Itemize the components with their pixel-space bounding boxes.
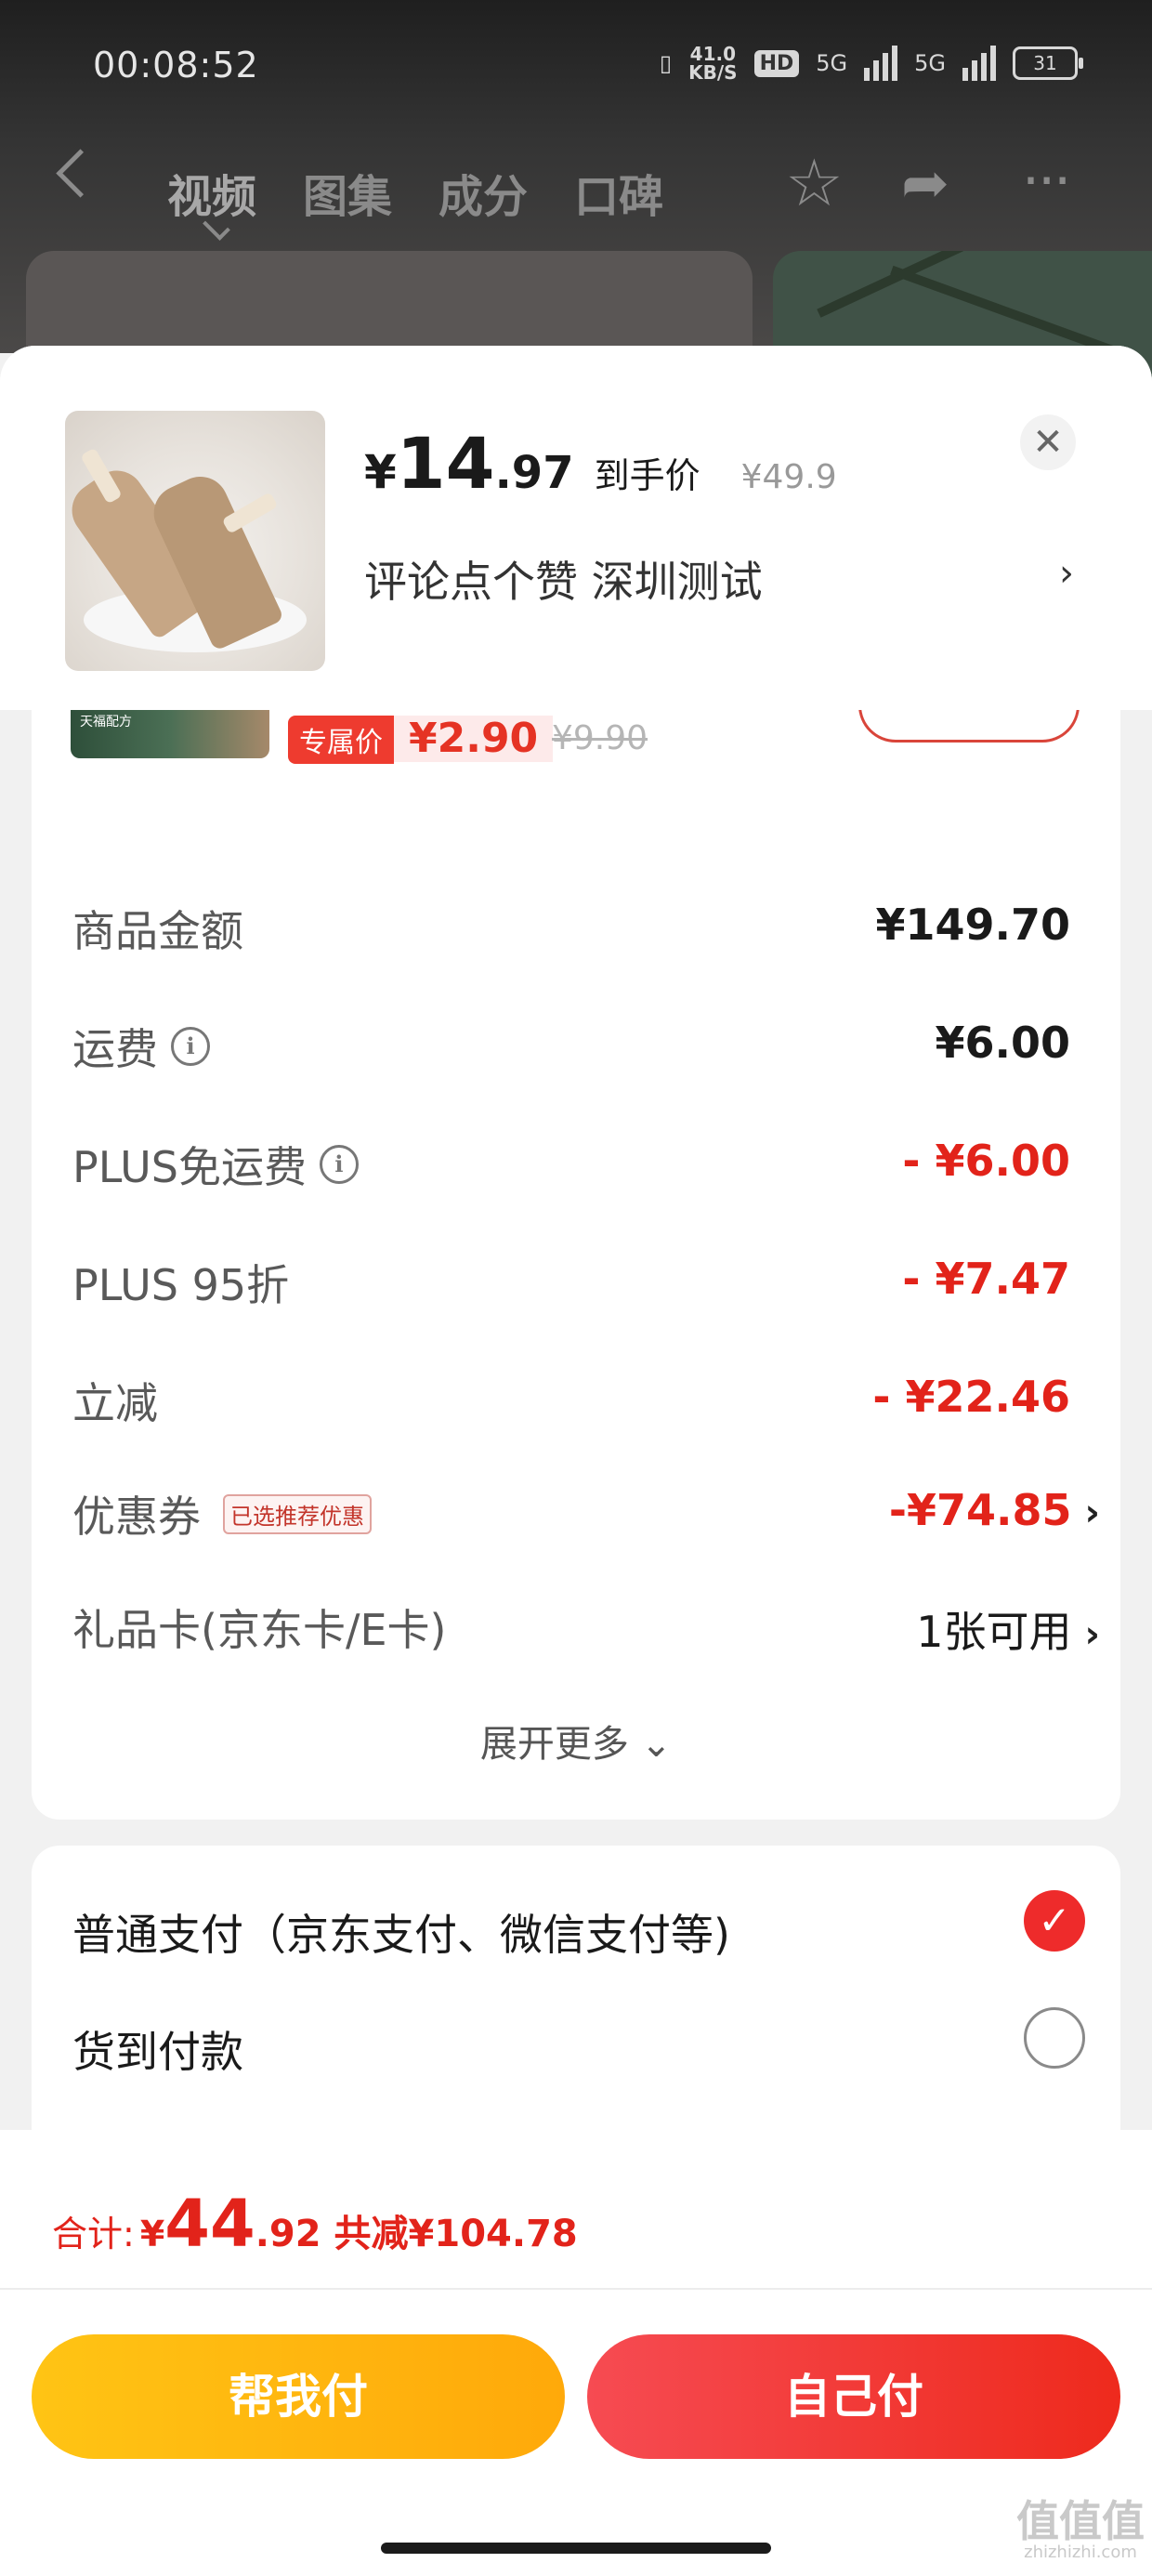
more-icon[interactable]: ··· xyxy=(1022,149,1071,214)
check-icon[interactable]: ✓ xyxy=(1024,1890,1085,1952)
watermark-logo: 值值值 zhizhizhi.com xyxy=(1016,2496,1145,2562)
chevron-right-icon: › xyxy=(1084,1492,1100,1534)
price-detail-card: 商品金额 ¥149.70 运费 i ¥6.00 PLUS免运费 i - ¥6.00 … xyxy=(32,853,1120,1820)
info-icon[interactable]: i xyxy=(319,1145,359,1184)
signal-5g-label: 5G xyxy=(816,50,848,76)
help-pay-button[interactable]: 帮我付 xyxy=(32,2334,565,2459)
original-price: ¥49.9 xyxy=(740,458,837,496)
gift-card-value: 1张可用 › xyxy=(916,1607,1100,1657)
chevron-right-icon[interactable]: › xyxy=(1059,552,1074,595)
tab-reviews[interactable]: 口碑 xyxy=(574,160,663,225)
plus-discount-value: - ¥7.47 xyxy=(902,1254,1070,1304)
signal-icon xyxy=(864,46,898,81)
row-plus-discount: PLUS 95折 - ¥7.47 xyxy=(72,1254,1070,1310)
expand-more-button[interactable]: 展开更多 ⌄ xyxy=(32,1714,1120,1768)
coupon-chip: 已选推荐优惠 xyxy=(223,1493,372,1534)
price-tag: 到手价 xyxy=(594,455,700,496)
tab-gallery[interactable]: 图集 xyxy=(303,160,392,225)
tab-ingredients[interactable]: 成分 xyxy=(439,160,528,225)
signal-5g-label-2: 5G xyxy=(914,50,946,76)
coupon-value: -¥74.85 › xyxy=(888,1485,1100,1535)
net-speed: 41.0 KB/S xyxy=(688,43,738,84)
row-gift-card[interactable]: 礼品卡(京东卡/E卡) 1张可用 › xyxy=(72,1587,1100,1657)
status-icons: ▯ 41.0 KB/S HD 5G 5G 31 xyxy=(659,43,1083,84)
row-coupon[interactable]: 优惠券 已选推荐优惠 -¥74.85 › xyxy=(72,1474,1100,1542)
nav-tabs: 视频 图集 成分 口碑 xyxy=(167,160,663,225)
self-pay-button[interactable]: 自己付 xyxy=(587,2334,1120,2459)
close-icon[interactable]: ✕ xyxy=(1020,414,1076,470)
promo-original-price: ¥9.90 xyxy=(552,719,648,757)
goods-amount-value: ¥149.70 xyxy=(875,900,1070,950)
star-icon[interactable]: ☆ xyxy=(785,151,844,216)
promo-price: ¥2.90 xyxy=(394,716,554,762)
radio-icon[interactable] xyxy=(1024,2007,1085,2069)
row-instant-discount: 立减 - ¥22.46 xyxy=(72,1372,1070,1428)
product-image xyxy=(65,411,325,671)
product-header: ¥ 14 .97 到手价 ¥49.9 ✕ 评论点个赞 深圳测试 › xyxy=(0,346,1152,710)
total-amount: 合计: ¥ 44 .92 共减¥104.78 xyxy=(52,2186,578,2262)
chevron-right-icon: › xyxy=(1084,1613,1100,1656)
shipping-value: ¥6.00 xyxy=(935,1018,1070,1068)
status-time: 00:08:52 xyxy=(93,45,259,85)
checkout-sheet: 天福配方 专属价 ¥2.90 ¥9.90 一键购买 ¥ 14 .97 到手价 ¥… xyxy=(0,346,1152,2576)
payment-option-normal[interactable]: 普通支付（京东支付、微信支付等) ✓ xyxy=(72,1883,1085,1966)
row-plus-free-shipping: PLUS免运费 i - ¥6.00 xyxy=(72,1136,1070,1192)
signal-icon-2 xyxy=(962,46,996,81)
info-icon[interactable]: i xyxy=(171,1027,210,1066)
final-price: ¥ 14 .97 到手价 ¥49.9 xyxy=(364,422,837,505)
total-savings: 共减¥104.78 xyxy=(334,2213,578,2255)
promo-badge: 专属价 xyxy=(288,716,394,764)
total-bar: 合计: ¥ 44 .92 共减¥104.78 xyxy=(0,2130,1152,2290)
instant-discount-value: - ¥22.46 xyxy=(872,1372,1070,1422)
row-shipping: 运费 i ¥6.00 xyxy=(72,1018,1070,1074)
payment-option-cod[interactable]: 货到付款 xyxy=(72,2000,1085,2083)
product-spec[interactable]: 评论点个赞 深圳测试 xyxy=(364,548,763,610)
plus-free-shipping-value: - ¥6.00 xyxy=(902,1136,1070,1186)
share-icon[interactable]: ➦ xyxy=(901,151,949,216)
row-goods-amount: 商品金额 ¥149.70 xyxy=(72,900,1070,956)
vibrate-icon: ▯ xyxy=(659,50,673,76)
action-bar: 帮我付 自己付 xyxy=(0,2290,1152,2576)
home-indicator[interactable] xyxy=(381,2543,771,2554)
battery-icon: 31 xyxy=(1013,46,1083,80)
promo-product-image: 天福配方 xyxy=(71,708,269,758)
hd-icon: HD xyxy=(753,49,800,77)
